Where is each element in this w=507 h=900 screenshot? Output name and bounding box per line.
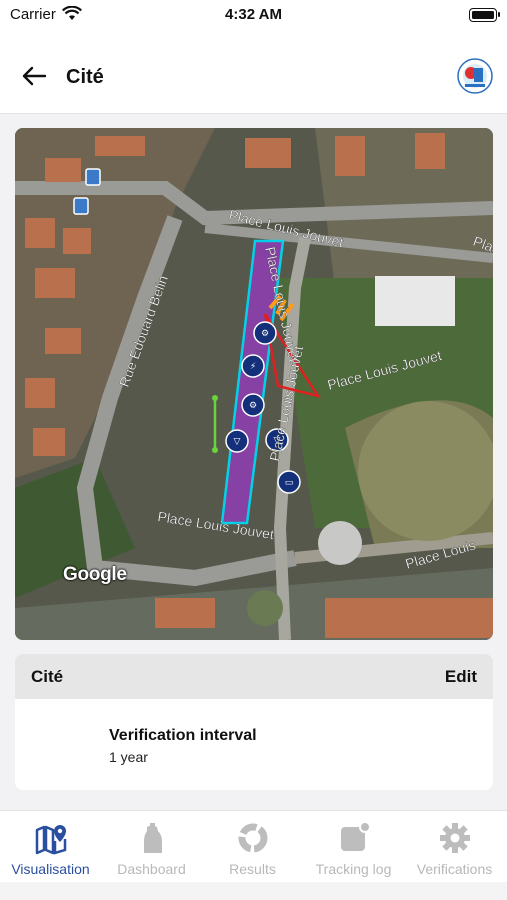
arrow-left-icon [22, 66, 47, 86]
tab-tracking-log[interactable]: Tracking log [303, 811, 404, 883]
tab-results[interactable]: Results [202, 811, 303, 883]
back-button[interactable] [16, 58, 52, 94]
clock: 4:32 AM [225, 6, 282, 23]
tab-dashboard[interactable]: Dashboard [101, 811, 202, 883]
tab-label: Visualisation [11, 861, 90, 877]
map-pin-icon [35, 825, 67, 855]
svg-text:▭: ▭ [285, 478, 294, 488]
verification-interval-label: Verification interval [109, 727, 257, 744]
tab-label: Tracking log [315, 861, 392, 877]
notification-square-icon [341, 821, 371, 851]
tab-label: Verifications [416, 861, 493, 877]
tab-bar: Visualisation Dashboard Results Tracking… [0, 810, 507, 882]
page-title: Cité [66, 66, 104, 88]
info-card-header: Cité Edit [15, 654, 493, 699]
app-header: Cité [0, 32, 507, 114]
tab-visualisation[interactable]: Visualisation [0, 811, 101, 883]
donut-chart-icon [238, 823, 268, 853]
fire-extinguisher-icon [144, 823, 162, 853]
info-card-title: Cité [31, 667, 64, 686]
edit-button[interactable]: Edit [445, 667, 477, 687]
svg-text:⚙: ⚙ [249, 401, 257, 411]
tab-label: Results [229, 861, 276, 877]
home-indicator-area [0, 882, 507, 900]
map-view[interactable]: ⚙ ⚡ ⚙ ▽ ▽ ▭ Place Louis Jouvet Place Louis J… [15, 128, 493, 640]
company-logo [457, 58, 493, 94]
gear-icon [440, 823, 470, 853]
tab-label: Dashboard [117, 861, 186, 877]
info-card: Cité Edit Verification interval 1 year [15, 654, 493, 790]
svg-text:▽: ▽ [234, 437, 241, 447]
tab-verifications[interactable]: Verifications [404, 811, 505, 883]
svg-text:⚙: ⚙ [261, 329, 269, 339]
battery-icon [469, 8, 500, 22]
status-bar: Carrier 4:32 AM [0, 0, 507, 32]
verification-interval-value: 1 year [109, 749, 148, 765]
svg-text:⚡: ⚡ [250, 362, 256, 372]
google-attribution: Google [63, 564, 127, 585]
